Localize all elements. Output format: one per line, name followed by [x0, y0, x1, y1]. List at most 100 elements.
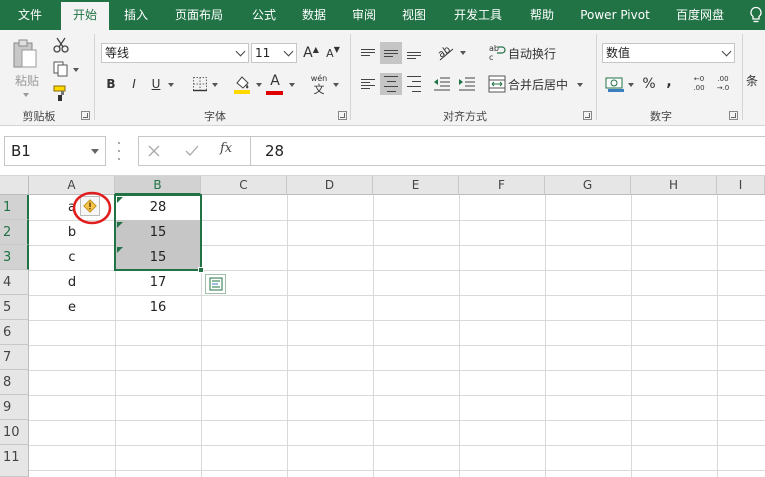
orientation-icon[interactable]: ab [436, 42, 456, 62]
comma-style-button[interactable]: , [662, 72, 676, 92]
percent-style-button[interactable]: % [640, 74, 658, 94]
increase-decimal-button[interactable]: ←0 .00 [688, 73, 710, 95]
row-header-7[interactable]: 7 [0, 345, 29, 370]
orientation-dropdown-icon[interactable] [460, 51, 466, 55]
name-box-dropdown-icon[interactable] [91, 149, 99, 154]
chevron-down-icon[interactable] [280, 44, 296, 62]
cut-icon[interactable] [52, 36, 70, 54]
column-header-e[interactable]: E [373, 176, 459, 195]
formula-input[interactable]: 28 [250, 136, 765, 166]
row-header-10[interactable]: 10 [0, 420, 29, 445]
tab-review[interactable]: 审阅 [340, 0, 388, 30]
column-header-i[interactable]: I [717, 176, 765, 195]
font-color-button[interactable]: A [266, 73, 284, 93]
chevron-down-icon[interactable] [232, 44, 248, 62]
row-header-8[interactable]: 8 [0, 370, 29, 395]
phonetic-dropdown-icon[interactable] [333, 83, 339, 87]
cell-a3[interactable]: c [29, 245, 115, 270]
increase-font-size-button[interactable]: A ▲ [302, 43, 320, 63]
row-header-2[interactable]: 2 [0, 220, 29, 245]
font-size-combo[interactable]: 11 [251, 43, 297, 63]
cancel-icon[interactable] [147, 144, 161, 158]
row-header-4[interactable]: 4 [0, 270, 29, 295]
tab-page-layout[interactable]: 页面布局 [163, 0, 235, 30]
row-header-3[interactable]: 3 [0, 245, 29, 270]
worksheet-grid[interactable]: A B C D E F G H I 1 2 3 4 5 6 7 8 9 10 1… [0, 176, 765, 477]
align-left-icon[interactable] [358, 74, 378, 94]
decrease-font-size-button[interactable]: A ▼ [324, 43, 342, 63]
underline-button[interactable]: U [148, 75, 164, 93]
select-all-corner[interactable] [0, 176, 29, 195]
fill-color-icon[interactable] [233, 74, 251, 94]
accounting-dropdown-icon[interactable] [628, 83, 634, 87]
cell-a5[interactable]: e [29, 295, 115, 320]
increase-indent-icon[interactable] [458, 76, 476, 92]
row-header-9[interactable]: 9 [0, 395, 29, 420]
underline-dropdown-icon[interactable] [168, 83, 174, 87]
align-bottom-icon[interactable] [404, 42, 424, 62]
font-name-combo[interactable]: 等线 [101, 43, 249, 63]
wrap-text-icon[interactable]: ab c [488, 42, 506, 62]
accounting-format-icon[interactable] [605, 75, 625, 93]
borders-icon[interactable] [192, 76, 208, 92]
name-box[interactable]: B1 [4, 136, 106, 166]
column-header-c[interactable]: C [201, 176, 287, 195]
tab-view[interactable]: 视图 [390, 0, 438, 30]
tab-formulas[interactable]: 公式 [240, 0, 288, 30]
align-middle-icon[interactable] [380, 42, 402, 64]
paste-icon[interactable] [8, 36, 42, 72]
tab-baidu-netdisk[interactable]: 百度网盘 [664, 0, 736, 30]
format-painter-icon[interactable] [52, 84, 70, 102]
row-header-1[interactable]: 1 [0, 195, 29, 220]
insert-function-button[interactable]: fx [220, 141, 232, 156]
tab-data[interactable]: 数据 [290, 0, 338, 30]
merge-center-button[interactable]: 合并后居中 [508, 74, 572, 94]
lightbulb-icon[interactable] [749, 6, 763, 24]
tab-power-pivot[interactable]: Power Pivot [570, 0, 660, 30]
alignment-launcher-icon[interactable] [583, 111, 592, 120]
column-header-d[interactable]: D [287, 176, 373, 195]
tab-help[interactable]: 帮助 [518, 0, 566, 30]
fill-handle[interactable] [198, 267, 204, 273]
fill-color-dropdown-icon[interactable] [256, 83, 262, 87]
align-center-icon[interactable] [380, 73, 402, 95]
borders-dropdown-icon[interactable] [212, 83, 218, 87]
tab-home[interactable]: 开始 [61, 2, 109, 30]
decrease-decimal-button[interactable]: .00 →.0 [712, 73, 734, 95]
column-header-b[interactable]: B [115, 176, 201, 195]
tab-developer[interactable]: 开发工具 [442, 0, 514, 30]
phonetic-guide-button[interactable]: wén 文 [308, 72, 330, 96]
styles-partial-label[interactable]: 条 [746, 70, 765, 90]
column-header-h[interactable]: H [631, 176, 717, 195]
copy-icon[interactable] [52, 60, 70, 78]
number-format-combo[interactable]: 数值 [602, 43, 735, 63]
quick-analysis-button[interactable] [205, 274, 226, 294]
merge-dropdown-icon[interactable] [577, 83, 583, 87]
bold-button[interactable]: B [103, 75, 119, 93]
number-launcher-icon[interactable] [729, 111, 738, 120]
font-launcher-icon[interactable] [338, 111, 347, 120]
paste-button[interactable]: 粘贴 [10, 71, 44, 89]
cell-a4[interactable]: d [29, 270, 115, 295]
clipboard-launcher-icon[interactable] [81, 111, 90, 120]
copy-dropdown-icon[interactable] [73, 68, 79, 72]
row-header-6[interactable]: 6 [0, 320, 29, 345]
merge-center-icon[interactable] [488, 75, 506, 93]
cell-b4[interactable]: 17 [115, 270, 201, 295]
align-right-icon[interactable] [404, 74, 424, 94]
row-header-5[interactable]: 5 [0, 295, 29, 320]
tab-file[interactable]: 文件 [0, 0, 60, 30]
align-top-icon[interactable] [358, 42, 378, 62]
row-header-11[interactable]: 11 [0, 445, 29, 477]
enter-check-icon[interactable] [184, 144, 200, 158]
tab-insert[interactable]: 插入 [112, 0, 160, 30]
paste-dropdown-icon[interactable] [23, 93, 29, 97]
cell-b5[interactable]: 16 [115, 295, 201, 320]
chevron-down-icon[interactable] [718, 44, 734, 62]
column-header-f[interactable]: F [459, 176, 545, 195]
italic-button[interactable]: I [126, 75, 142, 93]
decrease-indent-icon[interactable] [433, 76, 451, 92]
font-color-dropdown-icon[interactable] [289, 83, 295, 87]
column-header-g[interactable]: G [545, 176, 631, 195]
wrap-text-button[interactable]: 自动换行 [508, 43, 560, 63]
